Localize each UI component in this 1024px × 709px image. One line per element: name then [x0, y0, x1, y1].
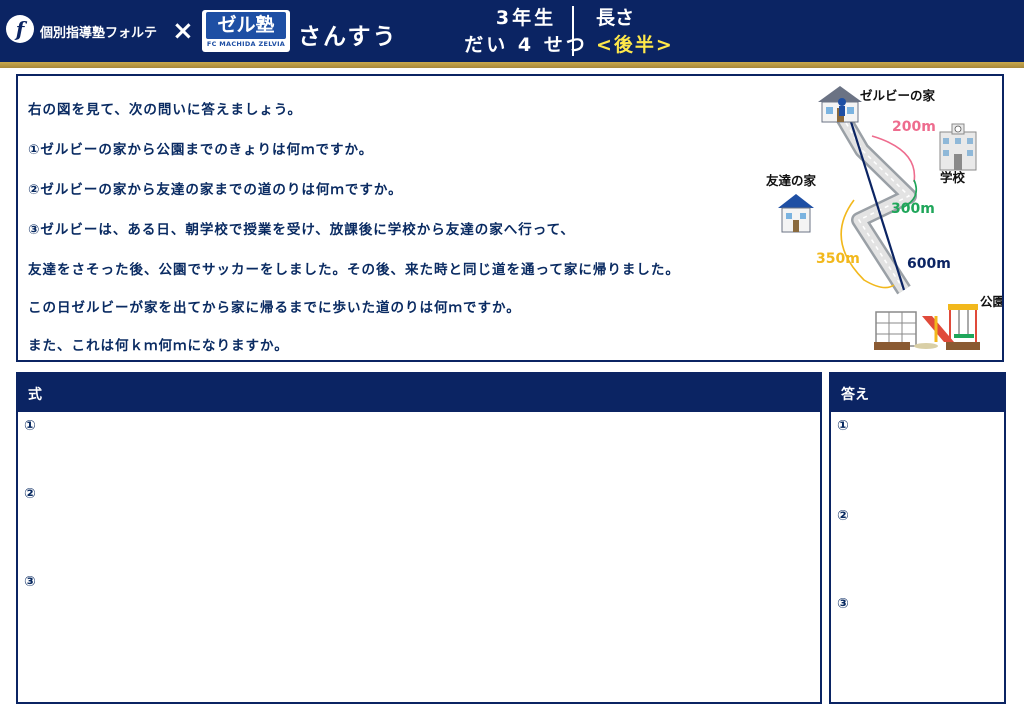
- zel-juku-logo: ゼル塾 FC MACHIDA ZELVIA: [202, 10, 290, 52]
- header-bar: f 個別指導塾フォルテ × ゼル塾 FC MACHIDA ZELVIA さんすう…: [0, 0, 1024, 62]
- answer-mark-3: ③: [837, 596, 849, 612]
- question-3-line-3: この日ゼルビーが家を出てから家に帰るまでに歩いた道のりは何ｍですか。: [28, 300, 521, 316]
- playground-icon: [874, 304, 980, 350]
- question-3-line-4: また、これは何ｋｍ何ｍになりますか。: [28, 338, 289, 354]
- topic-info: 長さ <後半>: [596, 5, 674, 59]
- answer-area[interactable]: ① ② ③: [829, 412, 1006, 704]
- grade-info: 3年生 だい 4 せつ: [464, 5, 584, 59]
- grade-label: 3年生: [495, 7, 557, 29]
- question-box: 右の図を見て、次の問いに答えましょう。 ①ゼルビーの家から公園までのきょりは何ｍ…: [16, 74, 1004, 362]
- route-map: ゼルビーの家 学校 友達の家 公園 200m 300m 350m 600m: [765, 86, 1002, 350]
- formula-mark-1: ①: [24, 418, 36, 434]
- brand-name: 個別指導塾フォルテ: [40, 26, 158, 41]
- answer-mark-2: ②: [837, 508, 849, 524]
- cross-symbol: ×: [172, 16, 194, 46]
- label-school: 学校: [940, 170, 966, 185]
- topic-part: <後半>: [596, 34, 674, 56]
- label-park: 公園: [980, 294, 1002, 309]
- question-intro: 右の図を見て、次の問いに答えましょう。: [28, 102, 303, 118]
- zel-logo-main: ゼル塾: [206, 12, 286, 39]
- subject-title: さんすう: [298, 24, 398, 50]
- question-3-line-1: ③ゼルビーは、ある日、朝学校で授業を受け、放課後に学校から友達の家へ行って、: [28, 222, 575, 238]
- distance-300m: 300m: [891, 201, 935, 217]
- answer-mark-1: ①: [837, 418, 849, 434]
- house-icon: [818, 86, 862, 123]
- distance-600m: 600m: [907, 256, 951, 272]
- question-3-line-2: 友達をさそった後、公園でサッカーをしました。その後、来た時と同じ道を通って家に帰…: [28, 262, 680, 278]
- distance-350m: 350m: [816, 251, 860, 267]
- forte-logo-icon: f: [6, 15, 34, 43]
- friend-house-icon: [778, 194, 814, 233]
- header-gold-stripe: [0, 62, 1024, 68]
- formula-title: 式: [28, 387, 42, 403]
- formula-area[interactable]: ① ② ③: [16, 412, 822, 704]
- label-friend-house: 友達の家: [765, 173, 817, 188]
- answer-header: 答え: [829, 372, 1006, 412]
- label-zelby-house: ゼルビーの家: [860, 88, 936, 103]
- topic-title: 長さ: [596, 7, 635, 29]
- formula-header: 式: [16, 372, 822, 412]
- formula-mark-3: ③: [24, 574, 36, 590]
- distance-200m: 200m: [892, 119, 936, 135]
- header-divider: [572, 6, 574, 56]
- school-icon: [939, 123, 977, 171]
- answer-title: 答え: [841, 387, 869, 403]
- question-2: ②ゼルビーの家から友達の家までの道のりは何ｍですか。: [28, 182, 403, 198]
- zel-logo-sub: FC MACHIDA ZELVIA: [206, 40, 286, 48]
- formula-mark-2: ②: [24, 486, 36, 502]
- question-1: ①ゼルビーの家から公園までのきょりは何ｍですか。: [28, 142, 374, 158]
